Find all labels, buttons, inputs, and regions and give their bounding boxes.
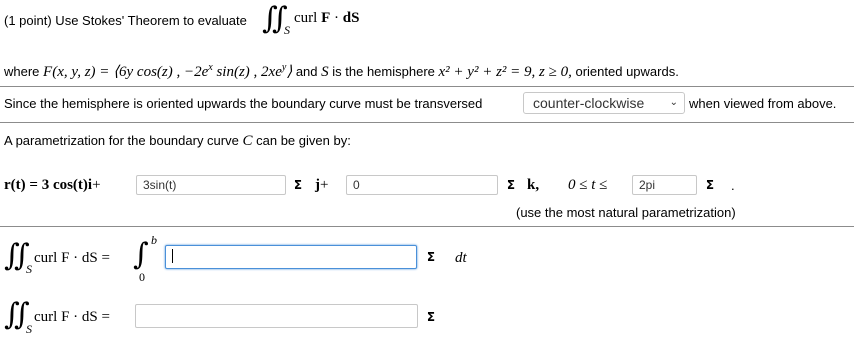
divider [0,122,854,123]
param-note: (use the most natural parametrization) [516,205,736,220]
sigma-icon[interactable]: Σ [703,178,717,192]
dt-label: dt [455,250,467,266]
problem-intro: (1 point) Use Stokes' Theorem to evaluat… [4,13,247,28]
integral-subscript: S [284,23,290,37]
curl-expression: curl F · dS [294,10,359,27]
upper-limit: b [151,233,157,247]
orientation-suffix: when viewed from above. [689,96,837,111]
and-label: and [295,64,318,79]
surface-var: S [321,64,329,80]
unit-k: k, [527,177,540,193]
orientation-selected: counter-clockwise [533,95,645,111]
eq1-label: curl F · dS = [34,250,110,266]
dot-operator: · [334,10,339,26]
answer-input[interactable] [135,304,418,328]
oriented-label: oriented upwards. [575,64,679,79]
lower-limit: 0 [139,270,145,284]
F-definition: F(x, y, z) = ⟨6y cos(z) , −2ex sin(z) , … [43,62,293,80]
field-definition-line: where F(x, y, z) = ⟨6y cos(z) , −2ex sin… [4,62,679,81]
chevron-down-icon: ⌄ [669,97,678,108]
z-component-input[interactable]: 0 [346,175,498,195]
orientation-prefix: Since the hemisphere is oriented upwards… [4,96,483,111]
where-label: where [4,64,40,79]
sigma-icon[interactable]: Σ [424,310,438,324]
param-intro: A parametrization for the boundary curve… [4,133,351,149]
is-label: is the hemisphere [332,64,435,79]
sigma-icon[interactable]: Σ [504,178,518,192]
vector-dS: dS [342,10,360,26]
text-cursor [172,248,173,263]
integral-subscript: S [26,322,32,336]
x-component-input[interactable]: 3sin(t) [136,175,286,195]
t-upper-input[interactable]: 2pi [632,175,697,195]
hemisphere-equation: x² + y² + z² = 9, z ≥ 0, [438,64,572,80]
sigma-icon[interactable]: Σ [424,250,438,264]
single-integral-symbol: ∫ [133,237,149,272]
eq2-label: curl F · dS = [34,309,110,325]
t-range: 0 ≤ t ≤ [568,177,608,193]
vector-F: F [321,10,331,26]
orientation-select[interactable]: counter-clockwise ⌄ [523,92,685,114]
curl-label: curl [294,10,318,26]
j-plus: j+ [315,177,329,193]
integrand-input[interactable] [165,245,417,269]
divider [0,226,854,227]
curve-C: C [242,133,253,149]
period: . [731,178,735,193]
divider [0,86,854,87]
r-of-t-label: r(t) = 3 cos(t)i+ [4,177,101,193]
sigma-icon[interactable]: Σ [291,178,305,192]
integral-subscript: S [26,262,32,276]
